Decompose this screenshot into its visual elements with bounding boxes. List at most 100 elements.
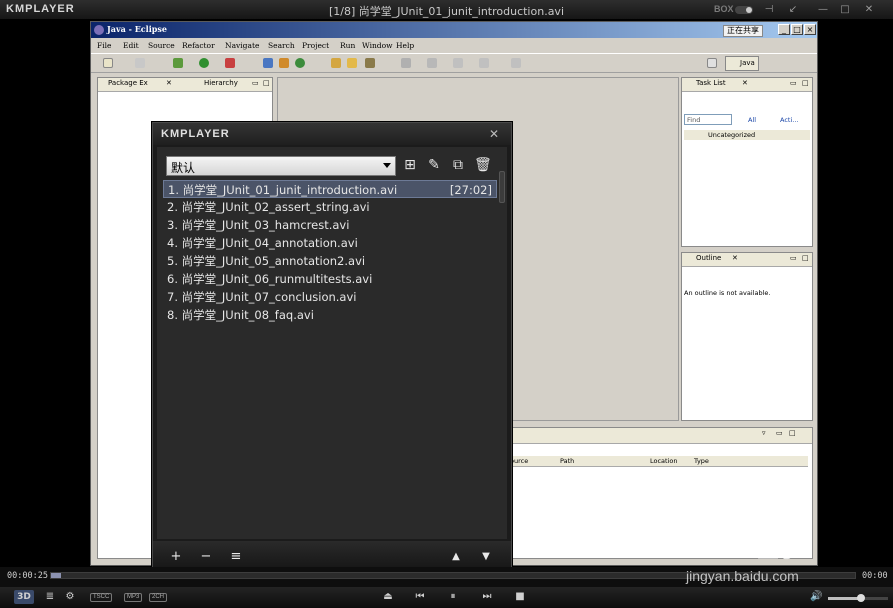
tab-outline[interactable]: Outline	[696, 254, 721, 262]
search-icon[interactable]	[365, 58, 375, 68]
previous-icon[interactable]: ⏮	[414, 591, 426, 602]
new-class-icon[interactable]	[295, 58, 305, 68]
playlist-item[interactable]: 6. 尚学堂_JUnit_06_runmultitests.avi	[163, 270, 497, 288]
view-menu-icon[interactable]: ▿	[762, 429, 766, 437]
stop-icon[interactable]: ■	[514, 591, 526, 602]
open-folder-icon[interactable]	[347, 58, 357, 68]
menu-refactor[interactable]: Refactor	[182, 41, 215, 50]
volume-slider[interactable]	[828, 594, 888, 602]
minimize-button[interactable]: —	[814, 2, 832, 17]
previous-annotation-icon[interactable]	[427, 58, 437, 68]
playlist-item[interactable]: 8. 尚学堂_JUnit_08_faq.avi	[163, 306, 497, 324]
playlist-item[interactable]: 2. 尚学堂_JUnit_02_assert_string.avi	[163, 198, 497, 216]
rename-pencil-icon[interactable]: ✎	[426, 157, 442, 173]
menu-file[interactable]: File	[97, 41, 111, 50]
minimize-view-icon[interactable]: ▭	[790, 79, 797, 87]
maximize-view-icon[interactable]: □	[802, 79, 809, 87]
tab-package-explorer[interactable]: Package Ex	[108, 79, 148, 87]
maximize-view-icon[interactable]: □	[789, 429, 796, 437]
tab-hierarchy[interactable]: Hierarchy	[204, 79, 238, 87]
sort-icon[interactable]: ≡	[229, 550, 243, 564]
new-package-icon[interactable]	[279, 58, 289, 68]
minimize-view-icon[interactable]: ▭	[252, 79, 259, 87]
filter-all-link[interactable]: All	[748, 116, 756, 124]
forward2-icon[interactable]	[511, 58, 521, 68]
back-icon[interactable]	[453, 58, 463, 68]
open-perspective-icon[interactable]	[707, 58, 717, 68]
eclipse-minimize-button[interactable]: _	[778, 24, 790, 35]
perspective-java[interactable]: Java	[725, 56, 759, 71]
box-toggle[interactable]	[735, 6, 753, 14]
col-type[interactable]: Type	[694, 457, 709, 465]
3d-toggle[interactable]: 3D	[14, 590, 34, 604]
minimize-view-icon[interactable]: ▭	[790, 254, 797, 262]
filter-active-link[interactable]: Acti...	[780, 116, 798, 124]
playlist-body: 默认 ⊞ ✎ ⧉ 🗑 1. 尚学堂_JUnit_01_junit_introdu…	[157, 147, 507, 539]
open-type-icon[interactable]	[331, 58, 341, 68]
col-resource[interactable]: ource	[510, 457, 528, 465]
task-find-input[interactable]: Find	[684, 114, 732, 125]
playlist-item-label: 6. 尚学堂_JUnit_06_runmultitests.avi	[167, 272, 373, 286]
maximize-view-icon[interactable]: □	[802, 254, 809, 262]
new-icon[interactable]	[103, 58, 113, 68]
playlist-item[interactable]: 7. 尚学堂_JUnit_07_conclusion.avi	[163, 288, 497, 306]
menu-edit[interactable]: Edit	[123, 41, 139, 50]
delete-trash-icon[interactable]: 🗑	[474, 157, 492, 173]
volume-icon[interactable]: 🔊	[810, 591, 822, 602]
close-icon[interactable]: ✕	[742, 79, 748, 87]
eject-icon[interactable]: ⏏	[382, 591, 394, 602]
restore-arrow-icon[interactable]: ↙	[784, 2, 802, 17]
playlist-close-icon[interactable]: ✕	[485, 126, 503, 142]
col-location[interactable]: Location	[650, 457, 678, 465]
eclipse-close-button[interactable]: ×	[804, 24, 816, 35]
settings-gear-icon[interactable]: ⚙	[64, 591, 76, 602]
save-icon[interactable]	[135, 58, 145, 68]
playlist-items: 1. 尚学堂_JUnit_01_junit_introduction.avi […	[163, 180, 497, 324]
pause-icon[interactable]: ⏸	[446, 591, 460, 602]
run-icon[interactable]	[199, 58, 209, 68]
close-button[interactable]: ✕	[860, 2, 878, 17]
menu-source[interactable]: Source	[148, 41, 175, 50]
add-playlist-icon[interactable]: ⊞	[402, 157, 418, 173]
pin-icon[interactable]: ⊣	[760, 2, 778, 17]
debug-icon[interactable]	[173, 58, 183, 68]
menu-project[interactable]: Project	[302, 41, 329, 50]
duplicate-playlist-icon[interactable]: ⧉	[450, 157, 466, 173]
forward-icon[interactable]	[479, 58, 489, 68]
eclipse-titlebar: Java - Eclipse 正在共享 _ □ ×	[91, 22, 817, 38]
next-icon[interactable]: ⏭	[481, 591, 493, 602]
playlist-item[interactable]: 3. 尚学堂_JUnit_03_hamcrest.avi	[163, 216, 497, 234]
maximize-button[interactable]: □	[836, 2, 854, 17]
playlist-item[interactable]: 4. 尚学堂_JUnit_04_annotation.avi	[163, 234, 497, 252]
chevron-down-icon	[383, 163, 391, 168]
remove-file-icon[interactable]: −	[199, 550, 213, 564]
move-down-icon[interactable]: ▼	[479, 550, 493, 564]
minimize-view-icon[interactable]: ▭	[776, 429, 783, 437]
seek-progress	[51, 573, 62, 578]
tab-task-list[interactable]: Task List	[696, 79, 726, 87]
add-file-icon[interactable]: +	[169, 550, 183, 564]
external-tools-icon[interactable]	[225, 58, 235, 68]
playlist-item[interactable]: 1. 尚学堂_JUnit_01_junit_introduction.avi […	[163, 180, 497, 198]
playlist-select[interactable]: 默认	[166, 156, 396, 176]
playlist-item[interactable]: 5. 尚学堂_JUnit_05_annotation2.avi	[163, 252, 497, 270]
new-java-project-icon[interactable]	[263, 58, 273, 68]
playlist-toggle-icon[interactable]: ≣	[44, 591, 56, 602]
playlist-item-label: 5. 尚学堂_JUnit_05_annotation2.avi	[167, 254, 366, 268]
maximize-view-icon[interactable]: □	[263, 79, 270, 87]
menu-help[interactable]: Help	[396, 41, 414, 50]
eclipse-maximize-button[interactable]: □	[791, 24, 803, 35]
task-category-row[interactable]: Uncategorized	[684, 130, 810, 140]
menu-search[interactable]: Search	[268, 41, 295, 50]
volume-knob[interactable]	[857, 594, 865, 602]
next-annotation-icon[interactable]	[401, 58, 411, 68]
col-path[interactable]: Path	[560, 457, 574, 465]
menu-window[interactable]: Window	[362, 41, 393, 50]
close-icon[interactable]: ✕	[166, 79, 172, 87]
move-up-icon[interactable]: ▲	[449, 550, 463, 564]
menu-navigate[interactable]: Navigate	[225, 41, 259, 50]
menu-run[interactable]: Run	[340, 41, 355, 50]
playlist-scrollbar[interactable]	[499, 171, 505, 203]
task-list-panel: Task List ✕ ▭ □ Find All Acti... Uncateg…	[681, 77, 813, 247]
close-icon[interactable]: ✕	[732, 254, 738, 262]
